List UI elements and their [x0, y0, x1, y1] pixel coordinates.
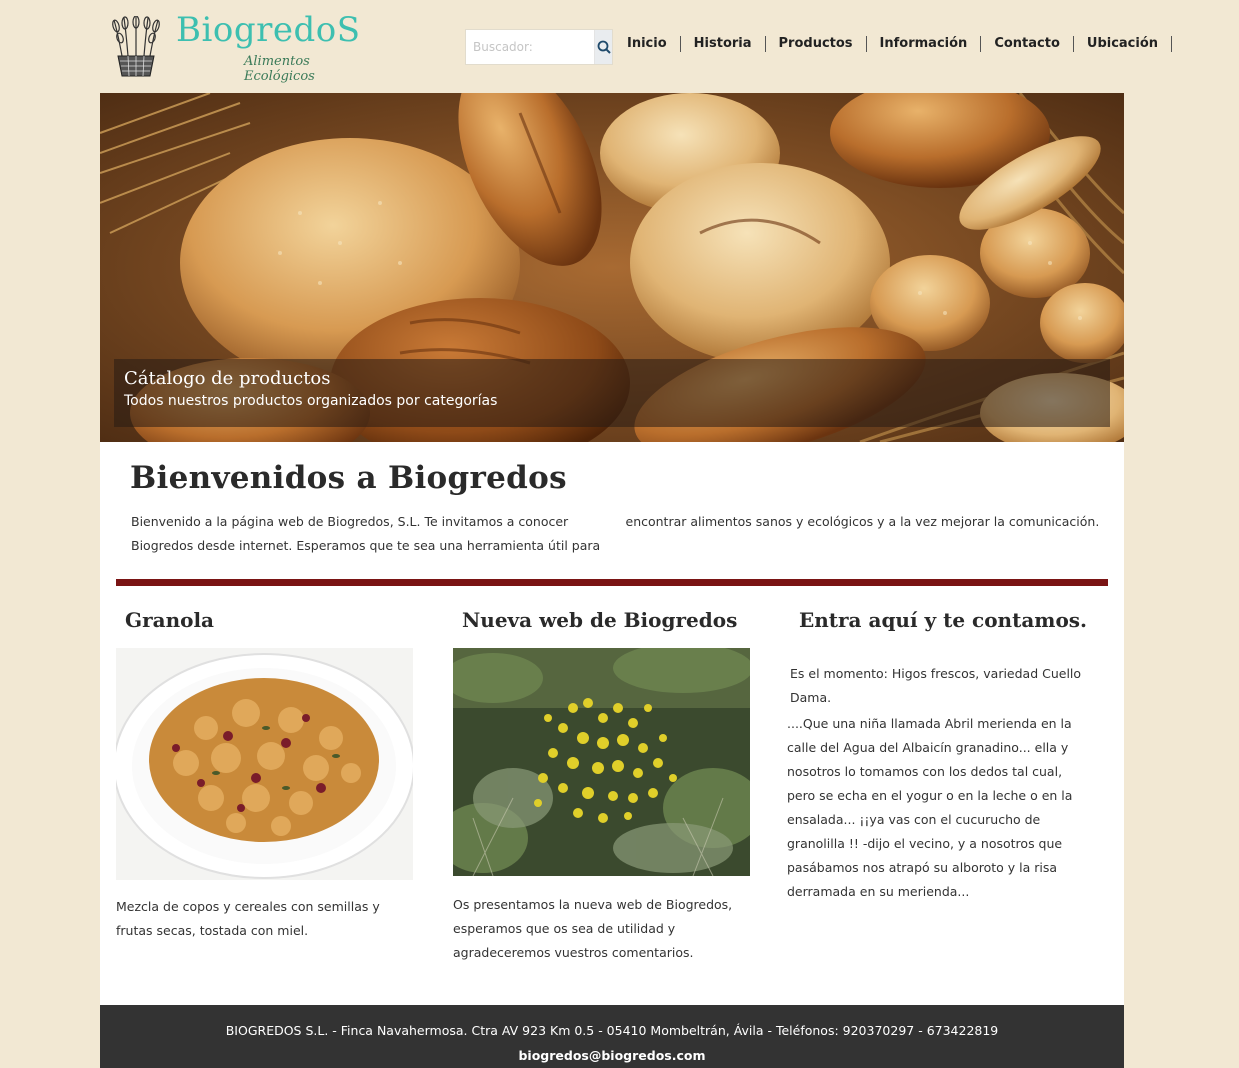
nav-inicio[interactable]: Inicio — [614, 36, 681, 52]
hero-caption-subtitle: Todos nuestros productos organizados por… — [124, 393, 498, 409]
article-text-nueva-web: Os presentamos la nueva web de Biogredos… — [453, 897, 733, 960]
article-title-granola[interactable]: Granola — [125, 608, 413, 648]
welcome-title: Bienvenidos a Biogredos — [130, 460, 567, 496]
search-input[interactable] — [466, 30, 594, 64]
section-divider — [116, 579, 1108, 586]
search-button[interactable] — [594, 30, 612, 64]
hero-slider[interactable]: Cátalogo de productos Todos nuestros pro… — [100, 93, 1124, 442]
yellow-flowers-image[interactable] — [453, 648, 750, 876]
article-text-entra-aqui: ....Que una niña llamada Abril merienda … — [787, 716, 1073, 899]
nav-historia[interactable]: Historia — [681, 36, 766, 52]
article-text-granola: Mezcla de copos y cereales con semillas … — [116, 899, 380, 938]
logo-title: BiogredoS — [176, 10, 361, 50]
search-icon — [597, 40, 611, 54]
nav-productos[interactable]: Productos — [766, 36, 867, 52]
hero-caption: Cátalogo de productos Todos nuestros pro… — [114, 359, 1110, 427]
search-box — [465, 29, 613, 65]
wheat-basket-icon — [112, 16, 160, 77]
footer-email-link[interactable]: biogredos@biogredos.com — [100, 1043, 1124, 1068]
footer-address: BIOGREDOS S.L. - Finca Navahermosa. Ctra… — [225, 1023, 999, 1038]
site-footer: BIOGREDOS S.L. - Finca Navahermosa. Ctra… — [100, 1005, 1124, 1068]
logo-subtitle: Alimentos Ecológicos — [244, 54, 315, 84]
nav-contacto[interactable]: Contacto — [981, 36, 1074, 52]
nav-ubicacion[interactable]: Ubicación — [1074, 36, 1173, 52]
article-entra-aqui: Entra aquí y te contamos. Es el momento:… — [787, 608, 1090, 904]
main-content: Bienvenidos a Biogredos Bienvenido a la … — [100, 442, 1124, 1005]
hero-caption-title[interactable]: Cátalogo de productos — [124, 367, 1100, 391]
main-nav: Inicio Historia Productos Información Co… — [614, 36, 1173, 52]
article-title-nueva-web[interactable]: Nueva web de Biogredos — [462, 608, 750, 648]
article-intro-entra-aqui: Es el momento: Higos frescos, variedad C… — [790, 666, 1082, 705]
welcome-text: Bienvenido a la página web de Biogredos,… — [131, 514, 1100, 553]
site-logo[interactable]: BiogredoS Alimentos Ecológicos — [108, 10, 378, 84]
article-title-entra-aqui[interactable]: Entra aquí y te contamos. — [799, 608, 1090, 648]
article-granola: Granola Mezcla de copos y cereales con s… — [116, 608, 413, 943]
article-nueva-web: Nueva web de Biogredos Os presentamos la… — [453, 608, 750, 965]
nav-informacion[interactable]: Información — [867, 36, 982, 52]
granola-image[interactable] — [116, 648, 413, 880]
